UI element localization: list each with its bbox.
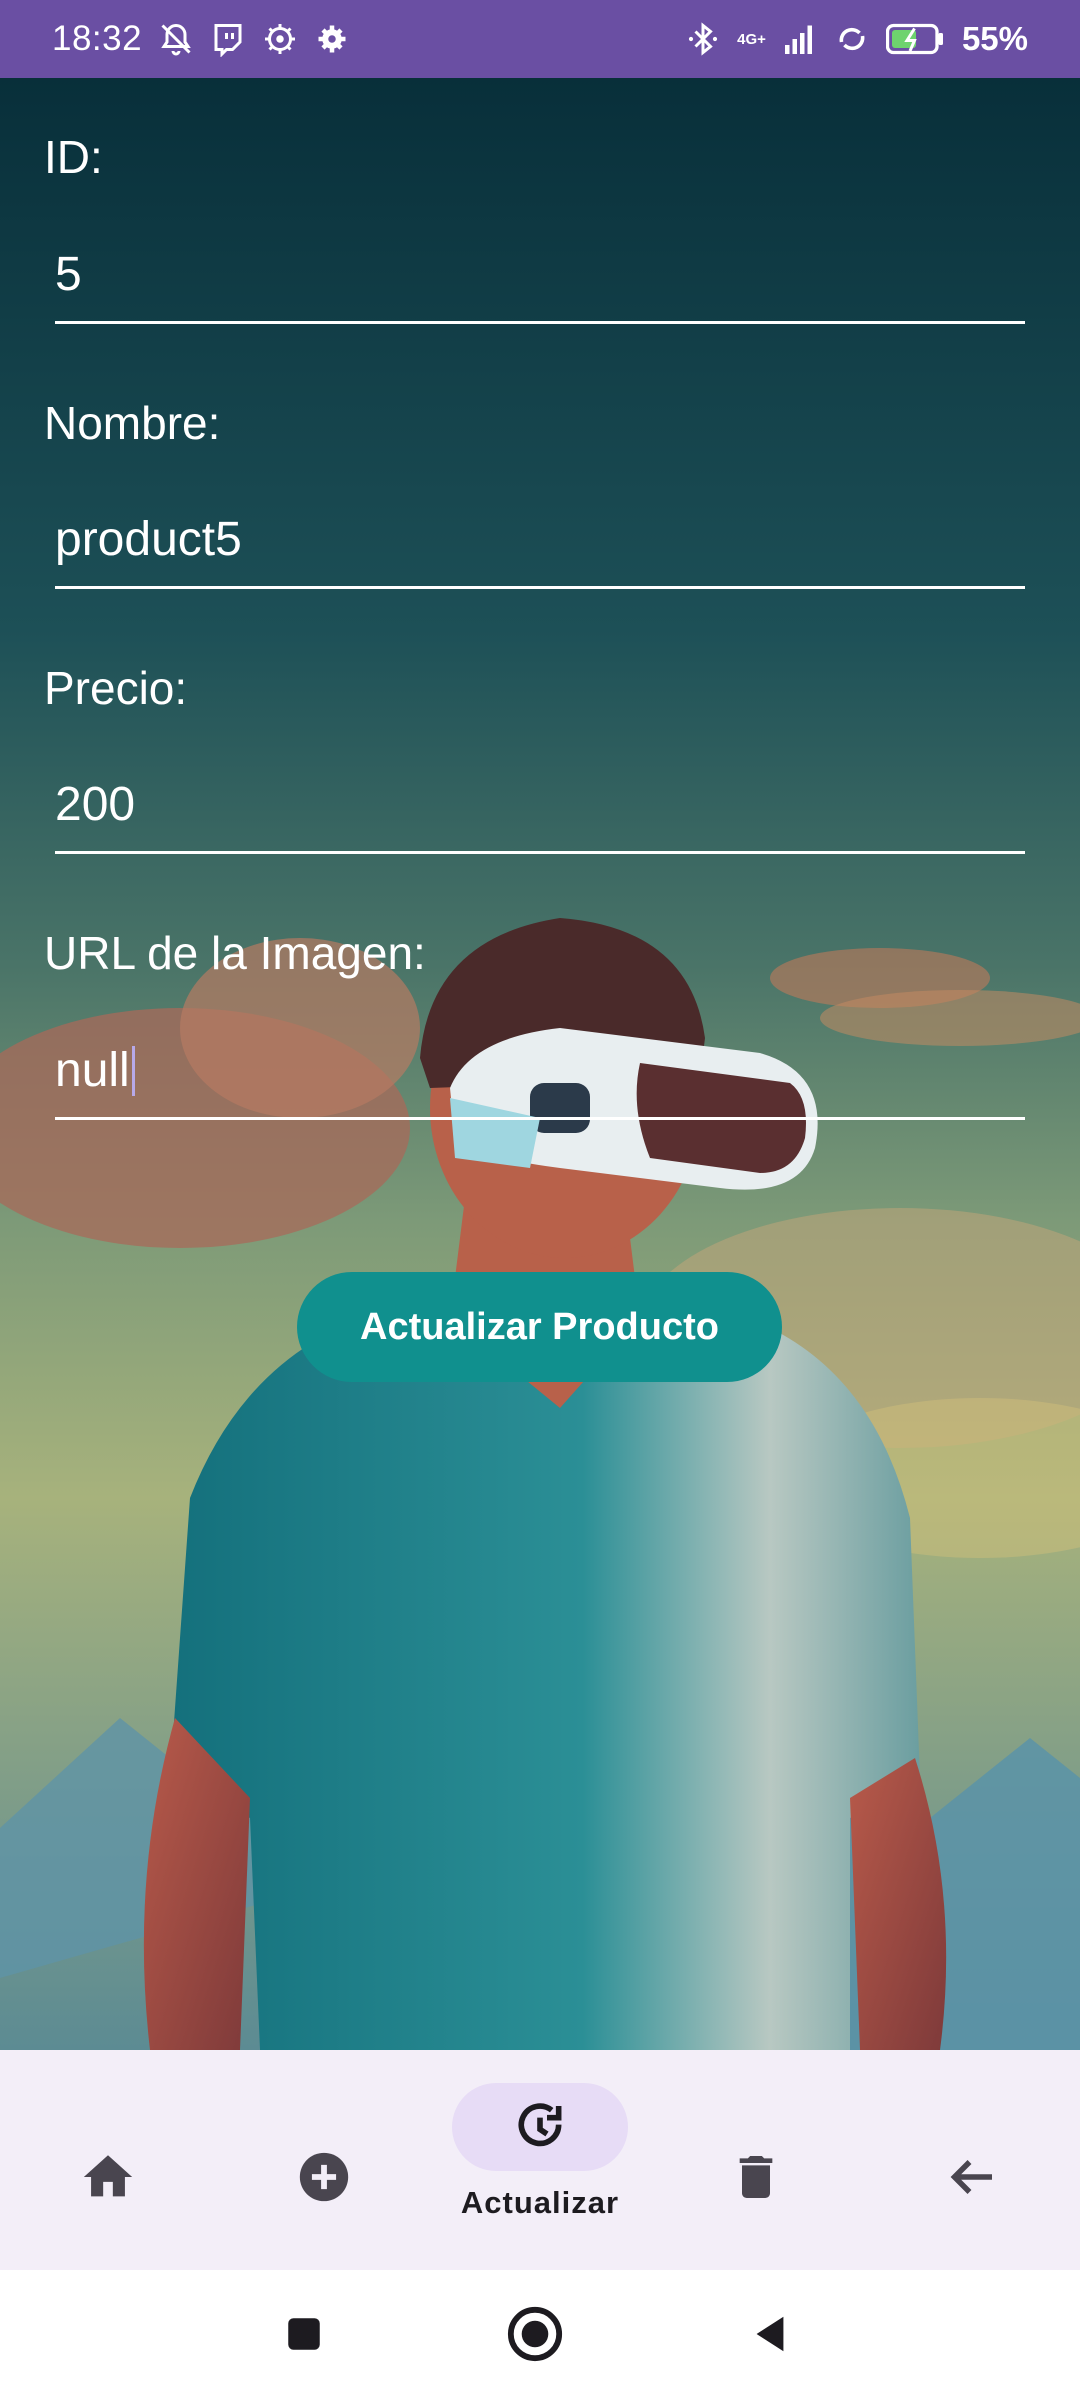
twitch-icon [214, 24, 242, 57]
id-value: 5 [55, 248, 82, 301]
text-caret [131, 1045, 135, 1096]
nav-update-label: Actualizar [460, 2185, 620, 2220]
back-system-button[interactable] [738, 2302, 802, 2366]
price-input[interactable]: 200 [55, 758, 1025, 854]
system-navigation-bar [0, 2270, 1080, 2400]
nav-delete[interactable] [648, 2050, 864, 2270]
price-label: Precio: [44, 662, 188, 714]
bluetooth-icon [689, 22, 718, 56]
status-bar-left: 18:32 [52, 19, 350, 59]
battery-icon [885, 23, 943, 55]
add-circle-icon [299, 2152, 349, 2202]
recents-icon [288, 2318, 320, 2350]
nav-home[interactable] [0, 2050, 216, 2270]
id-input[interactable]: 5 [55, 228, 1025, 324]
settings-gear-icon [265, 24, 296, 54]
nav-add[interactable] [216, 2050, 432, 2270]
status-time: 18:32 [52, 19, 143, 58]
home-system-button[interactable] [503, 2302, 567, 2366]
signal-icon [784, 25, 812, 54]
nav-update[interactable]: Actualizar [432, 2050, 648, 2270]
update-icon [518, 2103, 562, 2147]
battery-percentage: 55% [961, 20, 1028, 57]
arrow-back-icon [950, 2160, 992, 2194]
home-circle-icon [507, 2306, 563, 2362]
name-input[interactable]: product5 [55, 493, 1025, 589]
delete-icon [739, 2156, 773, 2198]
update-product-button[interactable]: Actualizar Producto [297, 1272, 782, 1382]
name-value: product5 [55, 513, 242, 566]
data-sync-icon [839, 27, 865, 51]
back-triangle-icon [756, 2316, 784, 2352]
name-label: Nombre: [44, 397, 221, 449]
mute-icon [161, 23, 191, 56]
price-value: 200 [55, 778, 136, 831]
image-url-value: null [55, 1044, 130, 1097]
status-bar-right: 4G+ 55% [685, 20, 1028, 58]
status-bar: 18:32 4G+ 55% [0, 0, 1080, 78]
image-url-input[interactable]: null [55, 1024, 1025, 1120]
id-label: ID: [44, 131, 103, 183]
nav-back[interactable] [864, 2050, 1080, 2270]
recents-button[interactable] [272, 2302, 336, 2366]
image-url-label: URL de la Imagen: [44, 927, 426, 979]
network-type: 4G+ [737, 30, 766, 48]
settings-icon [318, 25, 346, 53]
home-icon [83, 2155, 133, 2197]
bottom-navigation: Actualizar [0, 2050, 1080, 2270]
